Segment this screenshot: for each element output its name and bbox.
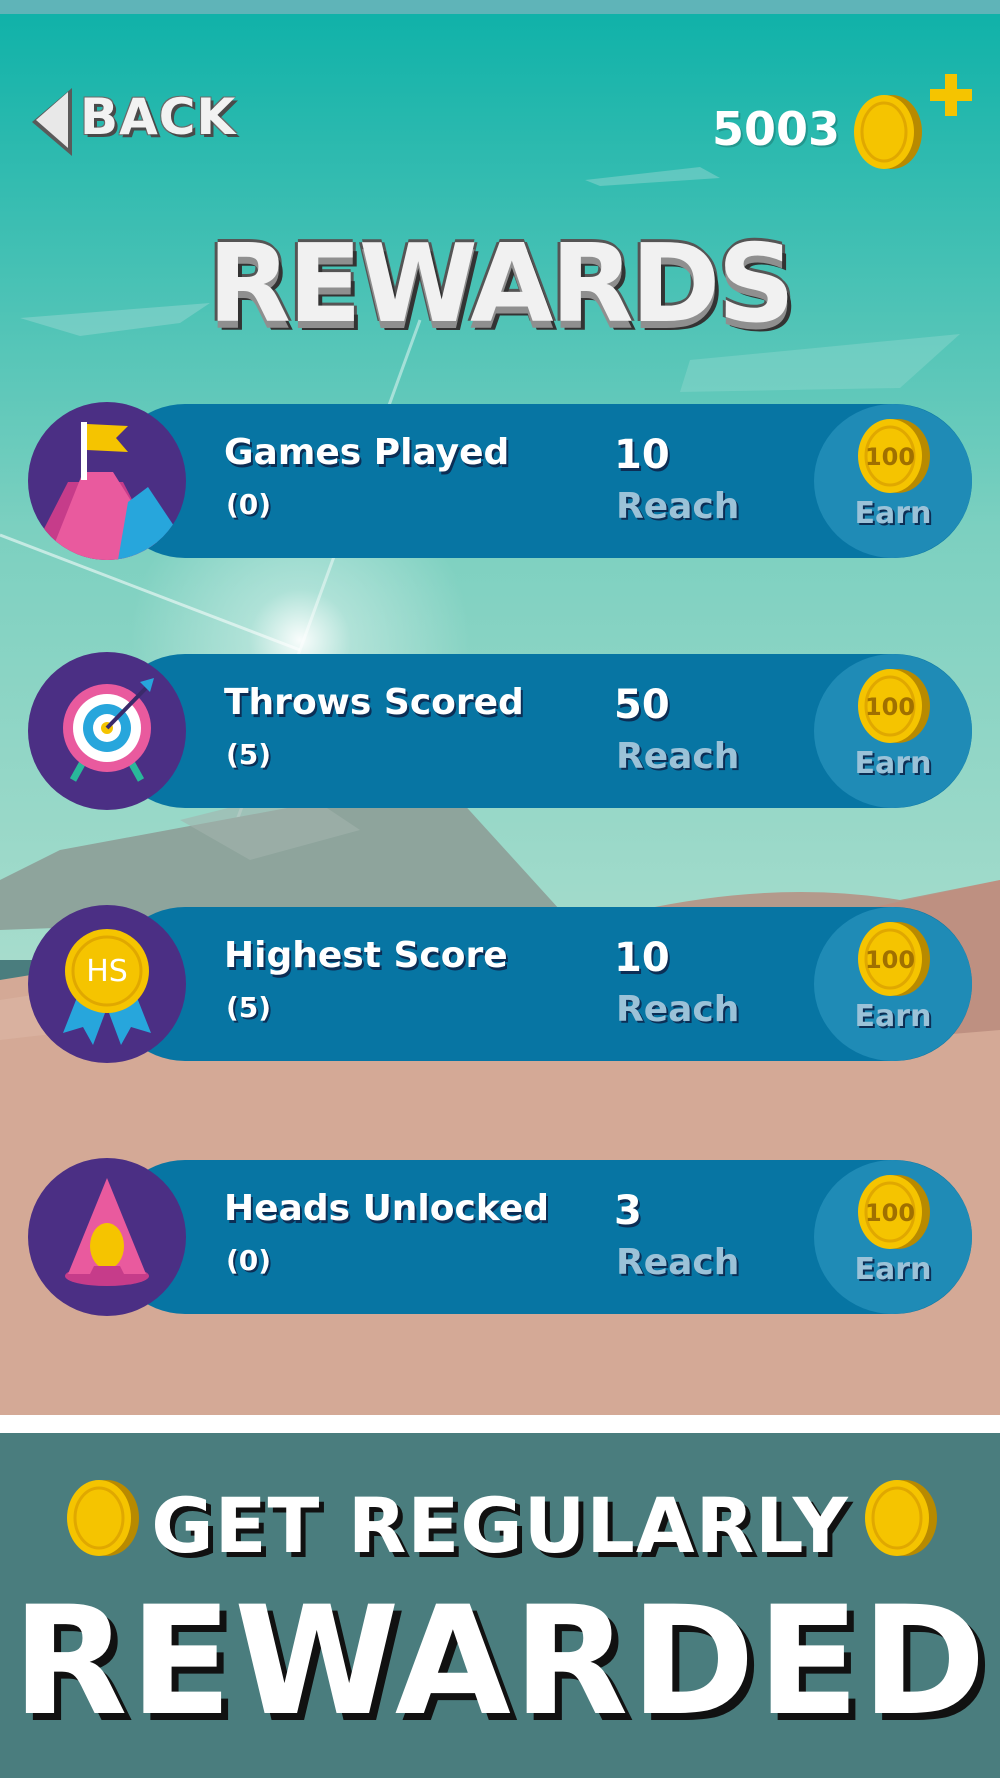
reward-target: 3 — [614, 1188, 642, 1234]
promo-headline: GET REGULARLY — [151, 1481, 849, 1570]
coin-balance: 5003 — [711, 102, 840, 156]
mountain-flag-icon — [28, 402, 186, 560]
earn-label: Earn — [854, 999, 932, 1034]
reward-name: Throws Scored — [224, 682, 524, 723]
reward-row-heads-unlocked: Heads Unlocked (0) 3 Reach 100 Earn — [28, 1158, 972, 1316]
earn-button[interactable]: 100 Earn — [814, 1160, 972, 1314]
divider — [0, 1415, 1000, 1433]
reward-target: 50 — [614, 682, 670, 728]
earn-button[interactable]: 100 Earn — [814, 404, 972, 558]
coin-100-icon: 100 — [858, 669, 930, 743]
reach-label: Reach — [616, 486, 740, 527]
svg-text:100: 100 — [865, 443, 915, 471]
svg-text:100: 100 — [865, 1199, 915, 1227]
reward-target: 10 — [614, 432, 670, 478]
svg-text:100: 100 — [865, 693, 915, 721]
coin-100-icon: 100 — [858, 1175, 930, 1249]
coin-100-icon: 100 — [858, 419, 930, 493]
earn-button[interactable]: 100 Earn — [814, 907, 972, 1061]
promo-banner: GET REGULARLY REWARDED — [0, 1433, 1000, 1778]
game-screen: BACK 5003 REWARDS Games Played (0) 10 Re… — [0, 0, 1000, 1415]
reward-progress: (5) — [226, 991, 272, 1024]
reward-row-highest-score: HS Highest Score (5) 10 Reach 100 Earn — [28, 905, 972, 1063]
earn-label: Earn — [854, 496, 932, 531]
promo-subheadline: REWARDED — [12, 1575, 988, 1749]
reach-label: Reach — [616, 1242, 740, 1283]
svg-text:HS: HS — [86, 954, 128, 989]
reward-name: Highest Score — [224, 935, 508, 976]
hooded-head-icon — [28, 1158, 186, 1316]
back-arrow-icon — [32, 88, 72, 156]
add-coins-plus-icon[interactable] — [928, 72, 974, 118]
target-arrow-icon — [28, 652, 186, 810]
back-label: BACK — [80, 88, 237, 146]
reward-name: Heads Unlocked — [224, 1188, 550, 1229]
svg-text:100: 100 — [865, 946, 915, 974]
coin-icon — [854, 95, 922, 169]
coin-100-icon: 100 — [858, 922, 930, 996]
reward-row-games-played: Games Played (0) 10 Reach 100 Earn — [28, 402, 972, 560]
reward-target: 10 — [614, 935, 670, 981]
reward-row-throws-scored: Throws Scored (5) 50 Reach 100 Earn — [28, 652, 972, 810]
reach-label: Reach — [616, 989, 740, 1030]
reward-progress: (0) — [226, 1244, 272, 1277]
earn-button[interactable]: 100 Earn — [814, 654, 972, 808]
reward-progress: (0) — [226, 488, 272, 521]
earn-label: Earn — [854, 746, 932, 781]
back-button[interactable]: BACK — [30, 82, 240, 158]
reach-label: Reach — [616, 736, 740, 777]
earn-label: Earn — [854, 1252, 932, 1287]
page-title: REWARDS — [207, 222, 795, 347]
reward-name: Games Played — [224, 432, 510, 473]
reward-progress: (5) — [226, 738, 272, 771]
top-strip — [0, 0, 1000, 14]
hs-medal-icon: HS — [28, 905, 186, 1063]
